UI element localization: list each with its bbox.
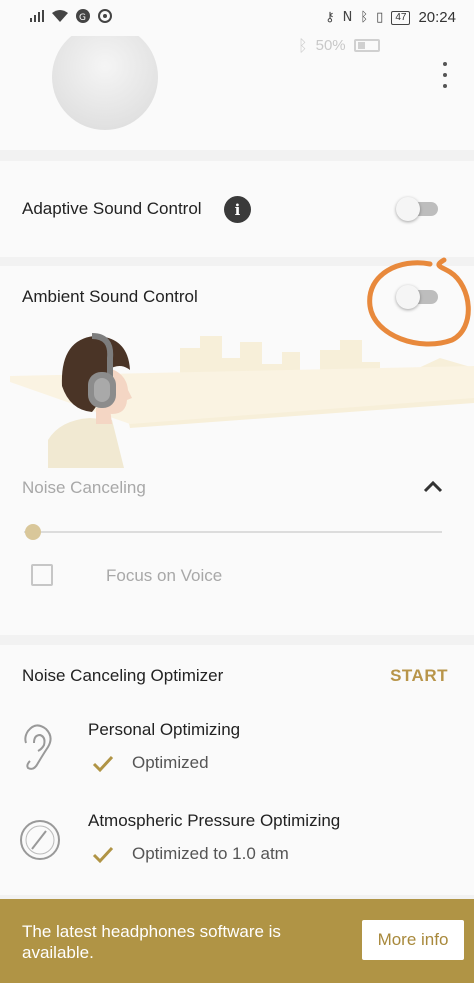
ambient-sound-control-card: Ambient Sound Control Noise Canceling Fo…	[0, 257, 474, 635]
adaptive-sound-control-card: Adaptive Sound Control i	[0, 161, 474, 257]
noise-canceling-optimizer-card: Noise Canceling Optimizer START Personal…	[0, 645, 474, 895]
sync-icon	[98, 9, 112, 23]
pressure-gauge-icon	[20, 820, 60, 860]
status-left-icons: G	[30, 9, 112, 23]
personal-optimizing-status: Optimized	[132, 753, 209, 772]
adaptive-sound-control-title: Adaptive Sound Control	[22, 199, 202, 218]
nfc-icon: N	[342, 10, 353, 25]
wifi-icon	[52, 10, 68, 22]
ambient-sound-control-title: Ambient Sound Control	[22, 287, 198, 306]
personal-optimizing-title: Personal Optimizing	[88, 720, 241, 739]
more-vert-icon[interactable]	[436, 62, 454, 88]
status-time: 20:24	[418, 9, 456, 26]
chevron-up-icon[interactable]	[422, 476, 444, 498]
slider-thumb[interactable]	[25, 524, 41, 540]
battery-icon: 47	[391, 10, 411, 25]
svg-text:G: G	[79, 13, 86, 23]
battery-icon	[353, 39, 380, 52]
ear-icon	[24, 724, 52, 770]
software-update-banner: The latest headphones software is availa…	[0, 899, 474, 983]
start-button[interactable]: START	[390, 666, 448, 686]
vibrate-icon: ▯	[376, 10, 384, 25]
bluetooth-icon: ᛒ	[298, 36, 308, 55]
bluetooth-icon: ᛒ	[360, 10, 369, 25]
person-headphones-illustration	[48, 333, 132, 468]
atmospheric-pressure-title: Atmospheric Pressure Optimizing	[88, 811, 341, 830]
ambient-illustration	[10, 333, 474, 468]
status-bar: G ⚷ N ᛒ ▯ 47 20:24	[0, 0, 474, 36]
device-header: ᛒ 50%	[0, 36, 474, 150]
status-right-icons: ⚷ N ᛒ ▯ 47 20:24	[325, 9, 456, 26]
device-battery-info: ᛒ 50%	[298, 36, 380, 55]
focus-on-voice-label: Focus on Voice	[106, 566, 223, 585]
noise-canceling-label: Noise Canceling	[22, 478, 146, 497]
noise-canceling-slider[interactable]	[24, 522, 442, 542]
adaptive-sound-control-toggle[interactable]	[396, 197, 440, 221]
headphones-image	[52, 36, 158, 130]
check-icon	[92, 846, 114, 864]
banner-message: The latest headphones software is availa…	[22, 922, 281, 962]
data-saver-icon: G	[76, 9, 90, 23]
focus-on-voice-checkbox[interactable]	[31, 564, 53, 586]
more-info-button[interactable]: More info	[362, 920, 464, 960]
key-icon: ⚷	[325, 10, 335, 25]
signal-icon	[30, 10, 44, 22]
info-icon[interactable]: i	[224, 196, 251, 223]
atmospheric-pressure-status: Optimized to 1.0 atm	[132, 844, 289, 863]
optimizer-title: Noise Canceling Optimizer	[22, 666, 224, 685]
check-icon	[92, 755, 114, 773]
device-battery-text: 50%	[315, 37, 346, 54]
